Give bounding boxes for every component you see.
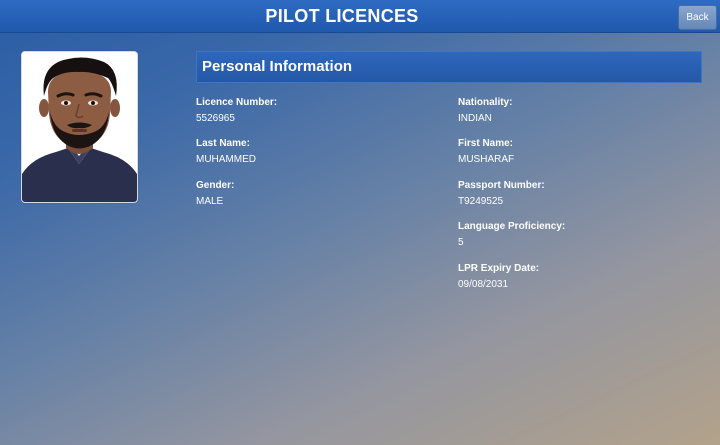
licence-number-value: 5526965 [196,113,235,124]
nationality-field: Nationality: INDIAN [458,97,512,125]
profile-photo [21,51,138,203]
lpr-expiry-date-field: LPR Expiry Date: 09/08/2031 [458,263,539,291]
lpr-expiry-date-label: LPR Expiry Date: [458,263,540,274]
personal-information-header: Personal Information [196,51,702,83]
gender-label: Gender: [196,180,235,191]
nationality-label: Nationality: [458,97,513,108]
person-portrait-image [22,52,137,202]
nationality-value: INDIAN [458,113,492,124]
first-name-value: MUSHARAF [458,154,515,165]
back-button[interactable]: Back [678,5,717,30]
gender-value: MALE [196,196,224,207]
lpr-expiry-date-value: 09/08/2031 [458,279,509,290]
first-name-label: First Name: [458,138,514,149]
passport-number-field: Passport Number: T9249525 [458,180,545,208]
licence-number-field: Licence Number: 5526965 [196,97,277,125]
language-proficiency-value: 5 [458,237,464,248]
gender-field: Gender: MALE [196,180,234,208]
last-name-value: MUHAMMED [196,154,256,165]
pilot-licence-screen: PILOT LICENCES Back Personal Information… [0,0,720,445]
passport-number-value: T9249525 [458,196,504,207]
page-title: PILOT LICENCES [265,6,419,26]
language-proficiency-field: Language Proficiency: 5 [458,221,565,249]
passport-number-label: Passport Number: [458,180,545,191]
last-name-field: Last Name: MUHAMMED [196,138,256,166]
licence-number-label: Licence Number: [196,97,278,108]
last-name-label: Last Name: [196,138,250,149]
first-name-field: First Name: MUSHARAF [458,138,514,166]
section-title: Personal Information [202,58,353,75]
header-bar: PILOT LICENCES Back [0,0,720,33]
language-proficiency-label: Language Proficiency: [458,221,566,232]
